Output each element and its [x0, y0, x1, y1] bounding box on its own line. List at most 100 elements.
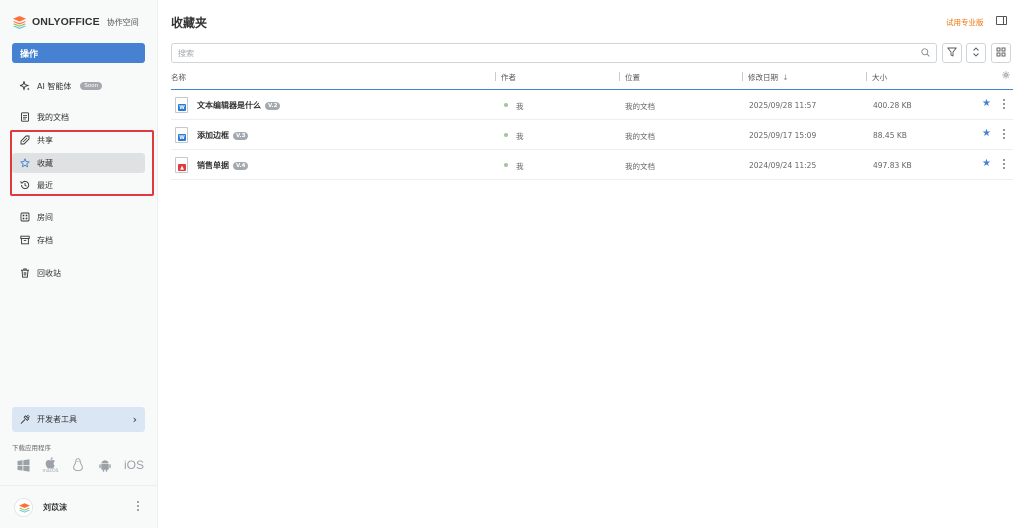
docx-file-icon: W: [175, 127, 188, 143]
more-vertical-icon[interactable]: [136, 500, 140, 512]
file-name[interactable]: 销售单据 V.4: [197, 160, 249, 171]
sidebar-item-favorites[interactable]: 收藏: [12, 153, 145, 173]
sidebar-item-label: 存档: [37, 235, 53, 245]
sidebar-item-rooms[interactable]: 房间: [12, 207, 145, 227]
column-settings-icon[interactable]: [1002, 71, 1010, 81]
search-box[interactable]: [171, 43, 937, 63]
column-resize-handle[interactable]: [866, 72, 867, 81]
column-resize-handle[interactable]: [495, 72, 496, 81]
grid-view-icon: [996, 47, 1006, 59]
version-badge[interactable]: V.2: [265, 102, 281, 110]
chevron-right-icon: ›: [132, 413, 137, 426]
sidebar-item-shared[interactable]: 共享: [12, 130, 145, 150]
sort-button[interactable]: [966, 43, 986, 63]
linux-icon[interactable]: [70, 458, 85, 473]
file-size: 497.83 KB: [873, 161, 912, 170]
sidebar-item-trash[interactable]: 回收站: [12, 263, 145, 283]
onlyoffice-logo-icon: [12, 15, 27, 30]
sidebar-item-label: 最近: [37, 180, 53, 190]
document-icon: [20, 112, 30, 122]
filter-button[interactable]: [942, 43, 962, 63]
user-profile[interactable]: 刘苡沫: [0, 485, 158, 528]
sidebar: ONLYOFFICE 协作空间 操作 AI 智能体 Soon 我的文档 共享 收…: [0, 0, 158, 528]
file-author: 我: [516, 132, 524, 141]
star-icon: [20, 158, 30, 168]
trash-icon: [20, 268, 30, 278]
author-status-dot: [504, 163, 508, 167]
favorite-star-icon[interactable]: ★: [982, 128, 991, 139]
file-location[interactable]: 我的文档: [625, 101, 655, 112]
file-author: 我: [516, 102, 524, 111]
file-location[interactable]: 我的文档: [625, 161, 655, 172]
sidebar-item-my-documents[interactable]: 我的文档: [12, 107, 145, 127]
table-row[interactable]: W 文本编辑器是什么 V.2 我 我的文档 2025/09/28 11:57 40…: [171, 90, 1013, 120]
favorite-star-icon[interactable]: ★: [982, 158, 991, 169]
file-modified-date: 2024/09/24 11:25: [749, 161, 817, 170]
avatar[interactable]: [14, 497, 33, 517]
version-badge[interactable]: V.4: [233, 162, 249, 170]
column-header-label: 修改日期: [748, 73, 778, 82]
file-modified-date: 2025/09/28 11:57: [749, 101, 817, 110]
file-author: 我: [516, 162, 524, 171]
column-resize-handle[interactable]: [619, 72, 620, 81]
table-row[interactable]: ▲ 销售单据 V.4 我 我的文档 2024/09/24 11:25 497.83…: [171, 150, 1013, 180]
file-size: 400.28 KB: [873, 101, 912, 110]
logo-brand: ONLYOFFICE: [32, 16, 100, 28]
column-header-author[interactable]: 作者: [501, 72, 516, 83]
column-header-name[interactable]: 名称: [171, 72, 186, 83]
file-name[interactable]: 添加边框 V.3: [197, 130, 249, 141]
file-name-text: 文本编辑器是什么: [197, 101, 261, 110]
search-input[interactable]: [178, 48, 921, 58]
sidebar-item-recent[interactable]: 最近: [12, 175, 145, 195]
sidebar-item-ai-agent[interactable]: AI 智能体 Soon: [12, 76, 145, 96]
column-resize-handle[interactable]: [742, 72, 743, 81]
macos-label: macOS: [42, 468, 59, 474]
ios-icon[interactable]: iOS: [124, 458, 144, 473]
rooms-icon: [20, 212, 30, 222]
sort-desc-icon: ↓: [782, 73, 789, 82]
file-name-text: 添加边框: [197, 131, 229, 140]
developer-tools-button[interactable]: 开发者工具 ›: [12, 407, 145, 432]
author-status-dot: [504, 133, 508, 137]
history-icon: [20, 180, 30, 190]
sidebar-item-label: 我的文档: [37, 112, 69, 122]
info-panel-icon[interactable]: [996, 16, 1007, 25]
table-row[interactable]: W 添加边框 V.3 我 我的文档 2025/09/17 15:09 88.45 …: [171, 120, 1013, 150]
download-apps-label: 下载应用程序: [12, 444, 51, 452]
file-name[interactable]: 文本编辑器是什么 V.2: [197, 100, 281, 111]
more-vertical-icon[interactable]: [1002, 128, 1006, 140]
column-header-location[interactable]: 位置: [625, 72, 640, 83]
version-badge[interactable]: V.3: [233, 132, 249, 140]
file-size: 88.45 KB: [873, 131, 907, 140]
search-icon[interactable]: [921, 47, 930, 59]
file-name-text: 销售单据: [197, 161, 229, 170]
android-icon[interactable]: [97, 458, 112, 473]
logo[interactable]: ONLYOFFICE 协作空间: [12, 14, 139, 30]
developer-tools-icon: [20, 414, 30, 425]
column-header-size[interactable]: 大小: [872, 72, 887, 83]
file-location[interactable]: 我的文档: [625, 131, 655, 142]
file-modified-date: 2025/09/17 15:09: [749, 131, 817, 140]
favorite-star-icon[interactable]: ★: [982, 98, 991, 109]
pdf-file-icon: ▲: [175, 157, 188, 173]
page-title: 收藏夹: [171, 16, 208, 30]
archive-icon: [20, 235, 30, 245]
try-pro-link[interactable]: 试用专业版: [946, 17, 984, 28]
author-status-dot: [504, 103, 508, 107]
column-header-modified[interactable]: 修改日期 ↓: [748, 72, 789, 83]
sidebar-item-archive[interactable]: 存档: [12, 230, 145, 250]
macos-icon[interactable]: macOS: [42, 456, 59, 474]
sidebar-item-label: 回收站: [37, 268, 61, 278]
share-icon: [20, 135, 30, 145]
download-apps-list: macOS iOS: [16, 456, 144, 474]
windows-icon[interactable]: [16, 458, 31, 473]
more-vertical-icon[interactable]: [1002, 158, 1006, 170]
more-vertical-icon[interactable]: [1002, 98, 1006, 110]
actions-button[interactable]: 操作: [12, 43, 145, 63]
sort-icon: [971, 47, 981, 59]
developer-tools-label: 开发者工具: [37, 415, 77, 424]
logo-subtitle: 协作空间: [106, 17, 139, 27]
view-toggle-button[interactable]: [991, 43, 1011, 63]
sidebar-item-label: 房间: [37, 212, 53, 222]
sidebar-item-label: AI 智能体: [37, 81, 72, 91]
